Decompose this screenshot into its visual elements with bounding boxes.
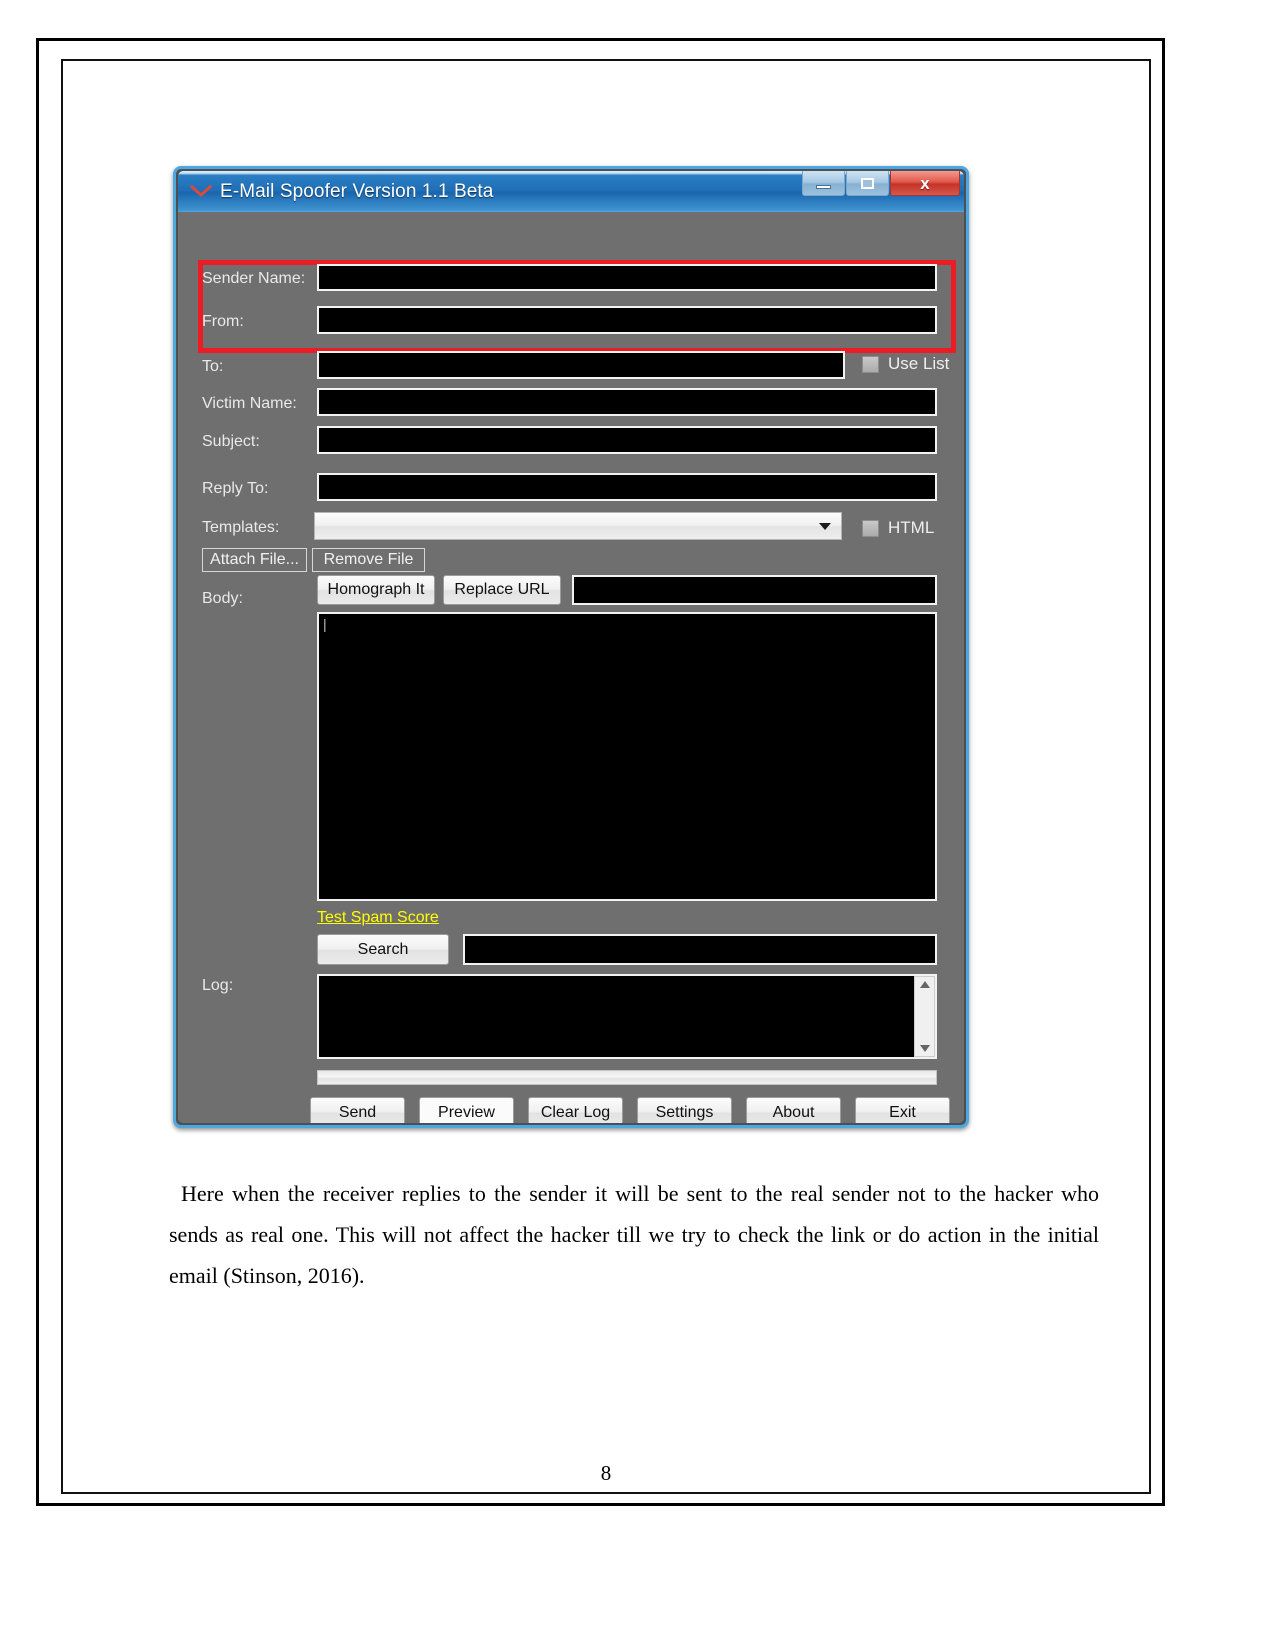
log-textarea[interactable] [317, 974, 937, 1059]
form-body: Sender Name: From: To: Use List Victim N… [178, 212, 964, 1123]
to-input[interactable] [317, 351, 845, 379]
html-checkbox[interactable] [862, 519, 879, 537]
log-vertical-scrollbar[interactable] [914, 976, 935, 1057]
to-label: To: [202, 358, 224, 375]
clear-log-button[interactable]: Clear Log [528, 1097, 623, 1123]
sender-name-label: Sender Name: [202, 270, 306, 287]
minimize-button[interactable] [802, 171, 845, 196]
close-button[interactable]: x [890, 171, 960, 196]
preview-button[interactable]: Preview [419, 1097, 514, 1123]
minimize-icon [816, 184, 831, 189]
document-outer-border: E-Mail Spoofer Version 1.1 Beta x Sender… [36, 38, 1165, 1506]
close-icon: x [920, 173, 930, 193]
body-label: Body: [202, 590, 243, 607]
use-list-checkbox[interactable] [862, 355, 879, 373]
page-number: 8 [600, 1461, 612, 1485]
reply-to-label: Reply To: [202, 480, 269, 497]
exit-button[interactable]: Exit [855, 1097, 950, 1123]
test-spam-score-link[interactable]: Test Spam Score [317, 909, 439, 927]
maximize-button[interactable] [846, 171, 889, 196]
subject-label: Subject: [202, 433, 260, 450]
replace-url-button[interactable]: Replace URL [443, 575, 561, 605]
body-paragraph: Here when the receiver replies to the se… [169, 1181, 1099, 1288]
send-button[interactable]: Send [310, 1097, 405, 1123]
scroll-down-icon[interactable] [919, 1045, 930, 1052]
from-label: From: [202, 313, 244, 330]
use-list-checkbox-group[interactable]: Use List [862, 354, 949, 374]
maximize-icon [861, 177, 874, 189]
page-content: E-Mail Spoofer Version 1.1 Beta x Sender… [63, 61, 1149, 1492]
homograph-it-button[interactable]: Homograph It [317, 575, 435, 605]
victim-name-label: Victim Name: [202, 395, 297, 412]
window-controls: x [801, 171, 960, 196]
use-list-label: Use List [888, 354, 950, 373]
body-textarea[interactable]: | [317, 612, 937, 901]
remove-file-button[interactable]: Remove File [312, 548, 425, 572]
html-checkbox-group[interactable]: HTML [862, 518, 934, 538]
chevron-down-icon [819, 522, 831, 530]
attach-file-button[interactable]: Attach File... [202, 548, 307, 572]
sender-name-input[interactable] [317, 264, 937, 291]
window-titlebar[interactable]: E-Mail Spoofer Version 1.1 Beta x [178, 171, 964, 212]
window-inner: E-Mail Spoofer Version 1.1 Beta x Sender… [178, 171, 964, 1123]
reply-to-input[interactable] [317, 473, 937, 501]
about-button[interactable]: About [746, 1097, 841, 1123]
settings-button[interactable]: Settings [637, 1097, 732, 1123]
from-input[interactable] [317, 306, 937, 334]
search-input[interactable] [463, 934, 937, 965]
progress-bar [317, 1070, 937, 1085]
log-label: Log: [202, 977, 234, 994]
search-button[interactable]: Search [317, 934, 449, 965]
footer-button-row: Send Preview Clear Log Settings About Ex… [310, 1097, 950, 1123]
victim-name-input[interactable] [317, 388, 937, 416]
templates-label: Templates: [202, 519, 280, 536]
envelope-icon [190, 181, 212, 203]
subject-input[interactable] [317, 426, 937, 454]
scroll-up-icon[interactable] [919, 981, 930, 988]
replace-url-input[interactable] [572, 575, 937, 605]
document-inner-border: E-Mail Spoofer Version 1.1 Beta x Sender… [61, 59, 1151, 1494]
window-title: E-Mail Spoofer Version 1.1 Beta [220, 180, 494, 202]
html-label: HTML [888, 518, 935, 537]
templates-combobox[interactable] [314, 512, 842, 540]
email-spoofer-window: E-Mail Spoofer Version 1.1 Beta x Sender… [173, 166, 969, 1128]
